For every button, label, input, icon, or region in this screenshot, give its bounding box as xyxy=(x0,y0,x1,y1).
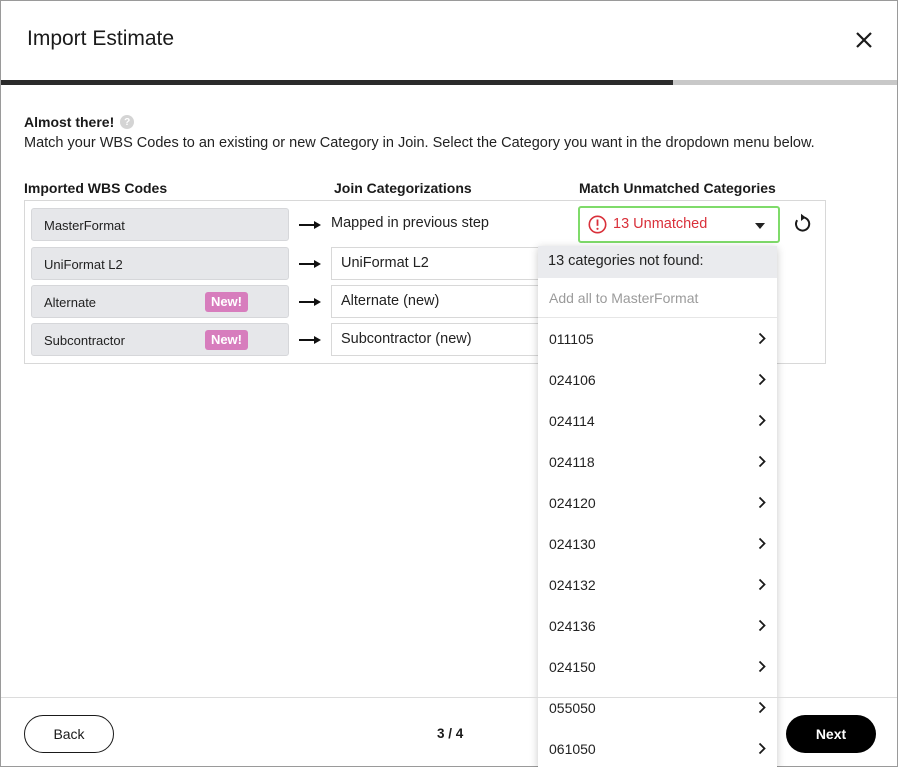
join-category-field[interactable]: Alternate (new) xyxy=(331,285,541,318)
intro-heading-text: Almost there! xyxy=(24,114,115,130)
dropdown-item-label: 024106 xyxy=(549,371,596,388)
dropdown-item-label: 024150 xyxy=(549,658,596,675)
dropdown-item[interactable]: 024106 xyxy=(538,359,777,400)
next-button[interactable]: Next xyxy=(786,715,876,753)
dropdown-item-label: 011105 xyxy=(549,330,594,347)
chevron-right-icon xyxy=(758,742,766,755)
dropdown-item[interactable]: 024136 xyxy=(538,605,777,646)
intro-heading: Almost there! ? xyxy=(24,114,135,130)
unmatched-categories-dropdown: 13 categories not found: Add all to Mast… xyxy=(538,246,777,767)
add-all-to-masterformat-option[interactable]: Add all to MasterFormat xyxy=(538,278,777,318)
chevron-right-icon xyxy=(758,332,766,345)
dropdown-item-label: 024114 xyxy=(549,412,595,429)
join-category-value: Alternate (new) xyxy=(341,293,440,309)
chevron-right-icon xyxy=(758,496,766,509)
dropdown-header: 13 categories not found: xyxy=(538,246,777,278)
dropdown-item-label: 024120 xyxy=(549,494,596,511)
chevron-right-icon xyxy=(758,414,766,427)
join-category-value: UniFormat L2 xyxy=(341,255,429,271)
dropdown-item[interactable]: 024118 xyxy=(538,441,777,482)
dropdown-item[interactable]: 024132 xyxy=(538,564,777,605)
arrow-right-icon xyxy=(299,221,321,229)
unmatched-count-label: 13 Unmatched xyxy=(613,216,708,232)
chevron-right-icon xyxy=(758,660,766,673)
chevron-right-icon xyxy=(758,373,766,386)
new-badge: New! xyxy=(204,330,248,350)
dropdown-item[interactable]: 024130 xyxy=(538,523,777,564)
dropdown-item-label: 024130 xyxy=(549,535,596,552)
wbs-code-label: Alternate xyxy=(44,295,97,310)
close-icon xyxy=(856,32,872,48)
wbs-code-uniformat: UniFormat L2 xyxy=(31,247,289,280)
wbs-code-label: UniFormat L2 xyxy=(44,257,123,272)
dropdown-list: 011105 024106 024114 024118 024120 024130 0241… xyxy=(538,318,777,767)
progress-bar-fill xyxy=(1,80,673,85)
intro-description: Match your WBS Codes to an existing or n… xyxy=(24,135,815,151)
dropdown-item[interactable]: 011105 xyxy=(538,318,777,359)
join-category-field[interactable]: UniFormat L2 xyxy=(331,247,541,280)
dropdown-item-label: 024132 xyxy=(549,576,596,593)
import-estimate-dialog: Import Estimate Almost there! ? Match yo… xyxy=(0,0,898,767)
chevron-right-icon xyxy=(758,619,766,632)
arrow-right-icon xyxy=(299,298,321,306)
unmatched-categories-select[interactable]: 13 Unmatched xyxy=(578,206,780,243)
new-badge: New! xyxy=(204,292,248,312)
join-category-mapped: Mapped in previous step xyxy=(331,215,489,231)
wbs-code-label: MasterFormat xyxy=(44,218,125,233)
column-header-match: Match Unmatched Categories xyxy=(579,180,776,196)
dropdown-item[interactable]: 061050 xyxy=(538,728,777,767)
chevron-right-icon xyxy=(758,537,766,550)
footer-divider xyxy=(1,697,897,698)
wbs-code-alternate: Alternate New! xyxy=(31,285,289,318)
dropdown-item-label: 061050 xyxy=(549,740,596,757)
back-button[interactable]: Back xyxy=(24,715,114,753)
dropdown-item-label: 055050 xyxy=(549,699,596,716)
join-category-value: Subcontractor (new) xyxy=(341,331,472,347)
dialog-title: Import Estimate xyxy=(27,27,175,50)
dialog-header: Import Estimate xyxy=(1,1,897,81)
warning-icon xyxy=(588,215,607,234)
close-button[interactable] xyxy=(851,27,877,53)
reset-icon xyxy=(795,213,811,232)
arrow-right-icon xyxy=(299,336,321,344)
dropdown-item[interactable]: 024114 xyxy=(538,400,777,441)
chevron-right-icon xyxy=(758,701,766,714)
column-header-imported: Imported WBS Codes xyxy=(24,180,168,196)
reset-button[interactable] xyxy=(791,213,813,235)
help-icon[interactable]: ? xyxy=(120,115,135,129)
progress-bar xyxy=(1,80,897,85)
chevron-right-icon xyxy=(758,455,766,468)
dropdown-item[interactable]: 055050 xyxy=(538,687,777,728)
dropdown-item-label: 024136 xyxy=(549,617,596,634)
chevron-right-icon xyxy=(758,578,766,591)
dropdown-item-label: 024118 xyxy=(549,453,595,470)
column-header-join: Join Categorizations xyxy=(334,180,472,196)
join-category-field[interactable]: Subcontractor (new) xyxy=(331,323,541,356)
step-indicator: 3 / 4 xyxy=(437,726,464,741)
dropdown-item[interactable]: 024150 xyxy=(538,646,777,687)
dropdown-item[interactable]: 024120 xyxy=(538,482,777,523)
wbs-code-label: Subcontractor xyxy=(44,333,125,348)
wbs-code-subcontractor: Subcontractor New! xyxy=(31,323,289,356)
caret-down-icon xyxy=(755,223,765,229)
wbs-code-masterformat: MasterFormat xyxy=(31,208,289,241)
arrow-right-icon xyxy=(299,260,321,268)
